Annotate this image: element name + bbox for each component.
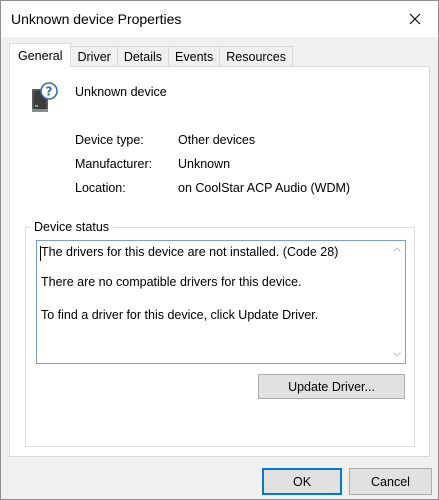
tab-general[interactable]: General xyxy=(9,43,72,67)
unknown-device-icon: ? xyxy=(32,82,58,112)
title-bar: Unknown device Properties xyxy=(1,1,438,37)
tab-driver[interactable]: Driver xyxy=(70,46,118,67)
properties-dialog: Unknown device Properties General Driver… xyxy=(0,0,439,500)
tab-events[interactable]: Events xyxy=(168,46,221,67)
window-title: Unknown device Properties xyxy=(11,11,182,27)
chevron-down-icon xyxy=(392,352,401,357)
status-line: There are no compatible drivers for this… xyxy=(41,275,302,290)
close-button[interactable] xyxy=(392,1,438,37)
cancel-button[interactable]: Cancel xyxy=(349,468,432,495)
tab-details[interactable]: Details xyxy=(116,46,170,67)
ok-button[interactable]: OK xyxy=(262,468,342,495)
close-icon xyxy=(409,13,421,25)
device-status-title: Device status xyxy=(30,220,114,234)
tab-strip: General Driver Details Events Resources xyxy=(9,43,294,67)
status-line: The drivers for this device are not inst… xyxy=(41,245,339,259)
device-type-value: Other devices xyxy=(178,133,256,147)
manufacturer-label: Manufacturer: xyxy=(75,157,153,171)
tab-resources[interactable]: Resources xyxy=(219,46,294,67)
manufacturer-value: Unknown xyxy=(178,157,231,171)
device-status-textbox[interactable]: The drivers for this device are not inst… xyxy=(36,240,406,364)
chevron-up-icon xyxy=(392,247,401,252)
svg-text:?: ? xyxy=(46,85,53,99)
device-status-text: The drivers for this device are not inst… xyxy=(41,245,386,340)
device-name: Unknown device xyxy=(75,85,167,99)
general-tab-panel: ? Unknown device Device type: Other devi… xyxy=(9,66,430,457)
scroll-down-button[interactable] xyxy=(388,346,405,363)
location-value: on CoolStar ACP Audio (WDM) xyxy=(178,181,351,195)
update-driver-button[interactable]: Update Driver... xyxy=(258,374,405,399)
vertical-scrollbar[interactable] xyxy=(388,241,405,363)
location-label: Location: xyxy=(75,181,126,195)
device-type-label: Device type: xyxy=(75,133,144,147)
scroll-up-button[interactable] xyxy=(388,241,405,258)
status-line: To find a driver for this device, click … xyxy=(41,307,319,322)
